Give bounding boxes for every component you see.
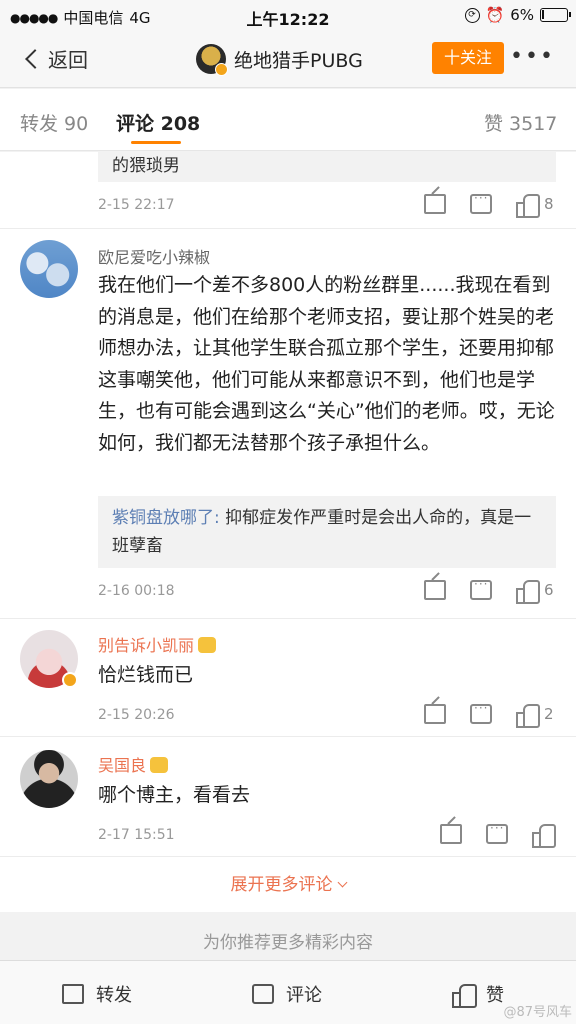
avatar[interactable] (20, 240, 78, 298)
share-icon[interactable] (424, 704, 446, 724)
comment-username-text: 别告诉小凯丽 (98, 636, 195, 655)
watermark: @87号风车 (503, 1005, 572, 1020)
like-count: 8 (544, 195, 554, 213)
comment-username[interactable]: 吴国良 (98, 752, 169, 776)
follow-button[interactable]: 十关注 (432, 42, 504, 74)
nav-bar: 返回 绝地猎手PUBG 十关注 ••• (0, 32, 576, 88)
tab-bar: 转发 90 评论 208 赞 3517 (0, 89, 576, 151)
like-icon (452, 984, 477, 1008)
comment-button[interactable]: 评论 (252, 981, 322, 1007)
reply-text: 的猥琐男 (112, 156, 180, 176)
comment-icon[interactable] (470, 191, 492, 214)
account-avatar (196, 44, 228, 76)
expand-label: 展开更多评论 (230, 875, 333, 895)
page-title[interactable]: 绝地猎手PUBG (196, 44, 363, 76)
comment-meta: 2-15 20:26 2 (98, 701, 558, 732)
comment-username[interactable]: 别告诉小凯丽 (98, 632, 217, 656)
comment-icon[interactable] (470, 701, 492, 724)
share-icon[interactable] (424, 580, 446, 600)
comment-meta: 2-16 00:18 6 (98, 577, 558, 608)
comment-text: 恰烂钱而已 (98, 664, 194, 686)
verified-badge-icon (62, 672, 78, 688)
like-count: 2 (544, 705, 554, 723)
comment-date: 2-15 22:17 (98, 197, 175, 213)
vip-crown-icon (150, 757, 169, 773)
bottom-action-bar: 转发 评论 赞 @87号风车 (0, 960, 576, 1024)
reply-username[interactable]: 紫铜盘放哪了: (112, 508, 220, 528)
back-button[interactable]: 返回 (25, 44, 88, 73)
rotation-lock-icon: ⟳ (464, 7, 480, 23)
divider (0, 228, 576, 229)
more-options-button[interactable]: ••• (510, 44, 555, 69)
active-tab-indicator (131, 141, 181, 144)
comment-username-text: 吴国良 (98, 756, 147, 775)
comment-icon[interactable] (470, 577, 492, 600)
comment-date: 2-15 20:26 (98, 707, 175, 723)
reply-box[interactable]: 的猥琐男 (98, 152, 556, 182)
share-icon[interactable] (424, 194, 446, 214)
battery-percent: 6% (510, 6, 534, 24)
like-count: 6 (544, 581, 554, 599)
like-icon[interactable] (532, 824, 556, 848)
recommend-label: 为你推荐更多精彩内容 (203, 933, 373, 953)
like-icon[interactable] (516, 580, 540, 604)
share-icon (62, 984, 84, 1004)
comment-text: 哪个博主，看看去 (98, 784, 251, 806)
reply-box[interactable]: 紫铜盘放哪了: 抑郁症发作严重时是会出人命的，真是一班孽畜 (98, 496, 556, 568)
battery-icon (540, 8, 571, 22)
comment-date: 2-17 15:51 (98, 827, 175, 843)
comment-list: 的猥琐男 2-15 22:17 8 欧尼爱吃小辣椒 我在他们一个差不多800人的… (0, 152, 576, 912)
back-label: 返回 (48, 48, 88, 72)
like-icon[interactable] (516, 704, 540, 728)
alarm-icon: ⏰ (485, 6, 505, 24)
like-icon[interactable] (516, 194, 540, 218)
comment-meta: 2-15 22:17 8 (98, 191, 558, 222)
like-label: 赞 (486, 985, 504, 1006)
status-bar: ●●●●● 中国电信 4G 上午12:22 ⟳ ⏰ 6% (0, 0, 576, 32)
tab-comments[interactable]: 评论 208 (116, 109, 200, 136)
chevron-down-icon (337, 877, 347, 888)
divider (0, 618, 576, 619)
vip-crown-icon (198, 637, 217, 653)
repost-label: 转发 (96, 985, 132, 1006)
comment-icon (252, 984, 274, 1004)
divider (0, 736, 576, 737)
comment-username[interactable]: 欧尼爱吃小辣椒 (98, 244, 210, 268)
chevron-left-icon (25, 48, 45, 69)
comment-label: 评论 (286, 985, 322, 1006)
tab-repost[interactable]: 转发 90 (20, 109, 88, 136)
comment-text: 我在他们一个差不多800人的粉丝群里......我现在看到的消息是，他们在给那个… (98, 274, 555, 454)
divider (0, 856, 576, 857)
comment-meta: 2-17 15:51 (98, 821, 558, 852)
page-title-text: 绝地猎手PUBG (234, 49, 363, 72)
expand-comments-button[interactable]: 展开更多评论 (0, 870, 576, 895)
tab-likes[interactable]: 赞 3517 (484, 109, 557, 136)
like-button[interactable]: 赞 (452, 981, 504, 1008)
share-icon[interactable] (440, 824, 462, 844)
repost-button[interactable]: 转发 (62, 981, 132, 1007)
comment-date: 2-16 00:18 (98, 583, 175, 599)
avatar[interactable] (20, 750, 78, 808)
comment-icon[interactable] (486, 821, 508, 844)
